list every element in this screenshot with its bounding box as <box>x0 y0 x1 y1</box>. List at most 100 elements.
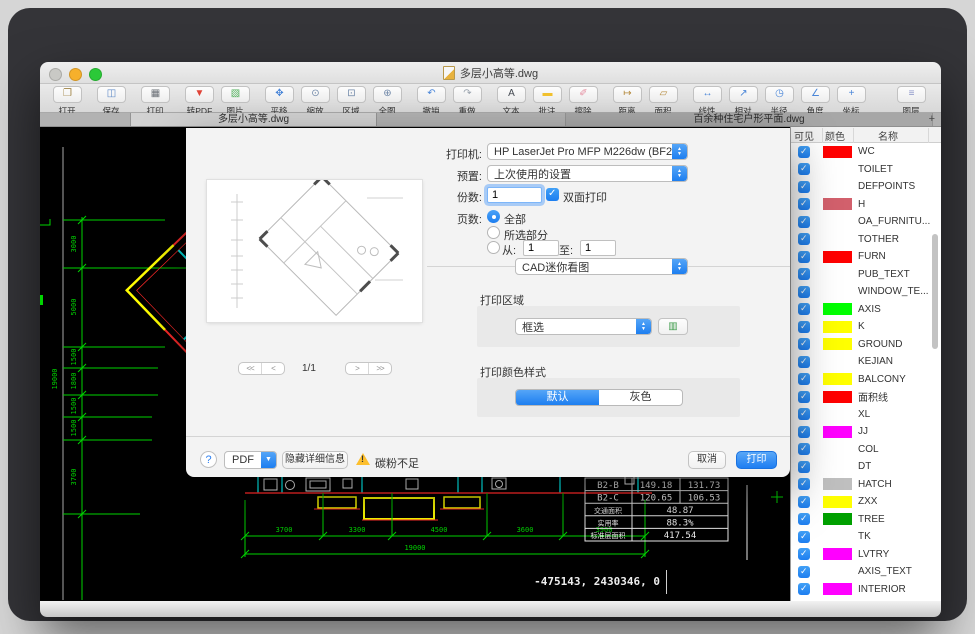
printer-select[interactable]: HP LaserJet Pro MFP M226dw (BF2574) <box>487 143 688 160</box>
layer-row[interactable]: H <box>791 196 941 214</box>
layer-visible-checkbox[interactable] <box>798 338 810 350</box>
layer-row[interactable]: AXIS <box>791 301 941 319</box>
app-options-select[interactable]: CAD迷你看图 <box>515 258 688 275</box>
layer-visible-checkbox[interactable] <box>798 513 810 525</box>
layer-row[interactable]: DT <box>791 458 941 476</box>
layer-row[interactable]: WINDOW_TE... <box>791 283 941 301</box>
layer-color-swatch[interactable] <box>823 531 852 543</box>
tab-add-button[interactable]: + <box>929 113 935 126</box>
layer-color-swatch[interactable] <box>823 321 852 333</box>
layer-row[interactable]: FURN <box>791 248 941 266</box>
print-button[interactable]: 打印 <box>736 451 777 469</box>
pages-range-radio[interactable] <box>487 241 500 254</box>
cancel-button[interactable]: 取消 <box>688 451 726 469</box>
layer-color-swatch[interactable] <box>823 461 852 473</box>
layer-row[interactable]: KEJIAN <box>791 353 941 371</box>
print-area-select[interactable]: 框选 <box>515 318 652 335</box>
layer-color-swatch[interactable] <box>823 513 852 525</box>
layer-color-swatch[interactable] <box>823 426 852 438</box>
layer-row[interactable]: AXIS_TEXT <box>791 563 941 581</box>
layer-row[interactable]: GROUND <box>791 336 941 354</box>
first-page-button[interactable]: << <box>239 363 261 374</box>
layer-color-swatch[interactable] <box>823 443 852 455</box>
pdf-menu-button[interactable]: PDF ▼ <box>224 451 277 469</box>
layer-visible-checkbox[interactable] <box>798 146 810 158</box>
layer-color-swatch[interactable] <box>823 548 852 560</box>
layer-row[interactable]: TREE <box>791 511 941 529</box>
layer-row[interactable]: 面积线 <box>791 388 941 406</box>
layer-visible-checkbox[interactable] <box>798 566 810 578</box>
layer-visible-checkbox[interactable] <box>798 251 810 263</box>
layer-row[interactable]: WC <box>791 143 941 161</box>
layer-visible-checkbox[interactable] <box>798 408 810 420</box>
layer-row[interactable]: ZXX <box>791 493 941 511</box>
layer-color-swatch[interactable] <box>823 583 852 595</box>
page-from-input[interactable] <box>523 240 559 256</box>
layer-visible-checkbox[interactable] <box>798 198 810 210</box>
layer-color-swatch[interactable] <box>823 566 852 578</box>
layer-row[interactable]: INTERIOR <box>791 581 941 599</box>
layer-color-swatch[interactable] <box>823 391 852 403</box>
duplex-checkbox[interactable] <box>546 188 559 201</box>
layer-visible-checkbox[interactable] <box>798 233 810 245</box>
layer-color-swatch[interactable] <box>823 356 852 368</box>
last-page-button[interactable]: >> <box>368 363 391 374</box>
layer-row[interactable]: LVTRY <box>791 546 941 564</box>
layer-visible-checkbox[interactable] <box>798 391 810 403</box>
next-page-button[interactable]: > <box>346 363 368 374</box>
tab-inactive[interactable]: 百余种住宅户形平面.dwg <box>565 113 933 126</box>
layer-color-swatch[interactable] <box>823 251 852 263</box>
page-to-input[interactable] <box>580 240 616 256</box>
layer-visible-checkbox[interactable] <box>798 426 810 438</box>
layer-row[interactable]: HATCH <box>791 476 941 494</box>
prev-page-button[interactable]: < <box>261 363 284 374</box>
layer-color-swatch[interactable] <box>823 496 852 508</box>
layer-visible-checkbox[interactable] <box>798 478 810 490</box>
layer-color-swatch[interactable] <box>823 216 852 228</box>
layer-row[interactable]: DEFPOINTS <box>791 178 941 196</box>
layer-row[interactable]: K <box>791 318 941 336</box>
layer-color-swatch[interactable] <box>823 338 852 350</box>
layer-row[interactable]: JJ <box>791 423 941 441</box>
layer-color-swatch[interactable] <box>823 233 852 245</box>
layer-visible-checkbox[interactable] <box>798 548 810 560</box>
layer-visible-checkbox[interactable] <box>798 356 810 368</box>
layer-visible-checkbox[interactable] <box>798 216 810 228</box>
preset-select[interactable]: 上次使用的设置 <box>487 165 688 182</box>
tab-active[interactable]: 多层小高等.dwg <box>130 113 377 126</box>
layer-row[interactable]: OA_FURNITU... <box>791 213 941 231</box>
hide-details-button[interactable]: 隐藏详细信息 <box>282 451 348 469</box>
layer-visible-checkbox[interactable] <box>798 583 810 595</box>
layer-visible-checkbox[interactable] <box>798 321 810 333</box>
layer-row[interactable]: PUB_TEXT <box>791 266 941 284</box>
layer-color-swatch[interactable] <box>823 408 852 420</box>
layer-visible-checkbox[interactable] <box>798 496 810 508</box>
layer-row[interactable]: TK <box>791 528 941 546</box>
layer-color-swatch[interactable] <box>823 268 852 280</box>
pick-area-button[interactable]: ▥ <box>658 318 688 335</box>
layer-visible-checkbox[interactable] <box>798 531 810 543</box>
layer-color-swatch[interactable] <box>823 198 852 210</box>
color-style-default[interactable]: 默认 <box>516 390 599 405</box>
layer-color-swatch[interactable] <box>823 286 852 298</box>
layer-color-swatch[interactable] <box>823 146 852 158</box>
layer-visible-checkbox[interactable] <box>798 461 810 473</box>
layer-color-swatch[interactable] <box>823 303 852 315</box>
layer-row[interactable]: BALCONY <box>791 371 941 389</box>
layer-visible-checkbox[interactable] <box>798 181 810 193</box>
help-button[interactable]: ? <box>200 451 217 468</box>
layer-row[interactable]: XL <box>791 406 941 424</box>
copies-input[interactable] <box>487 187 542 203</box>
color-style-gray[interactable]: 灰色 <box>599 390 682 405</box>
layer-color-swatch[interactable] <box>823 181 852 193</box>
layer-row[interactable]: TOILET <box>791 161 941 179</box>
layer-color-swatch[interactable] <box>823 163 852 175</box>
layer-visible-checkbox[interactable] <box>798 303 810 315</box>
layer-row[interactable]: COL <box>791 441 941 459</box>
layer-color-swatch[interactable] <box>823 373 852 385</box>
layer-color-swatch[interactable] <box>823 478 852 490</box>
layer-visible-checkbox[interactable] <box>798 443 810 455</box>
layer-visible-checkbox[interactable] <box>798 163 810 175</box>
layers-scrollbar[interactable] <box>932 234 938 349</box>
layer-visible-checkbox[interactable] <box>798 373 810 385</box>
